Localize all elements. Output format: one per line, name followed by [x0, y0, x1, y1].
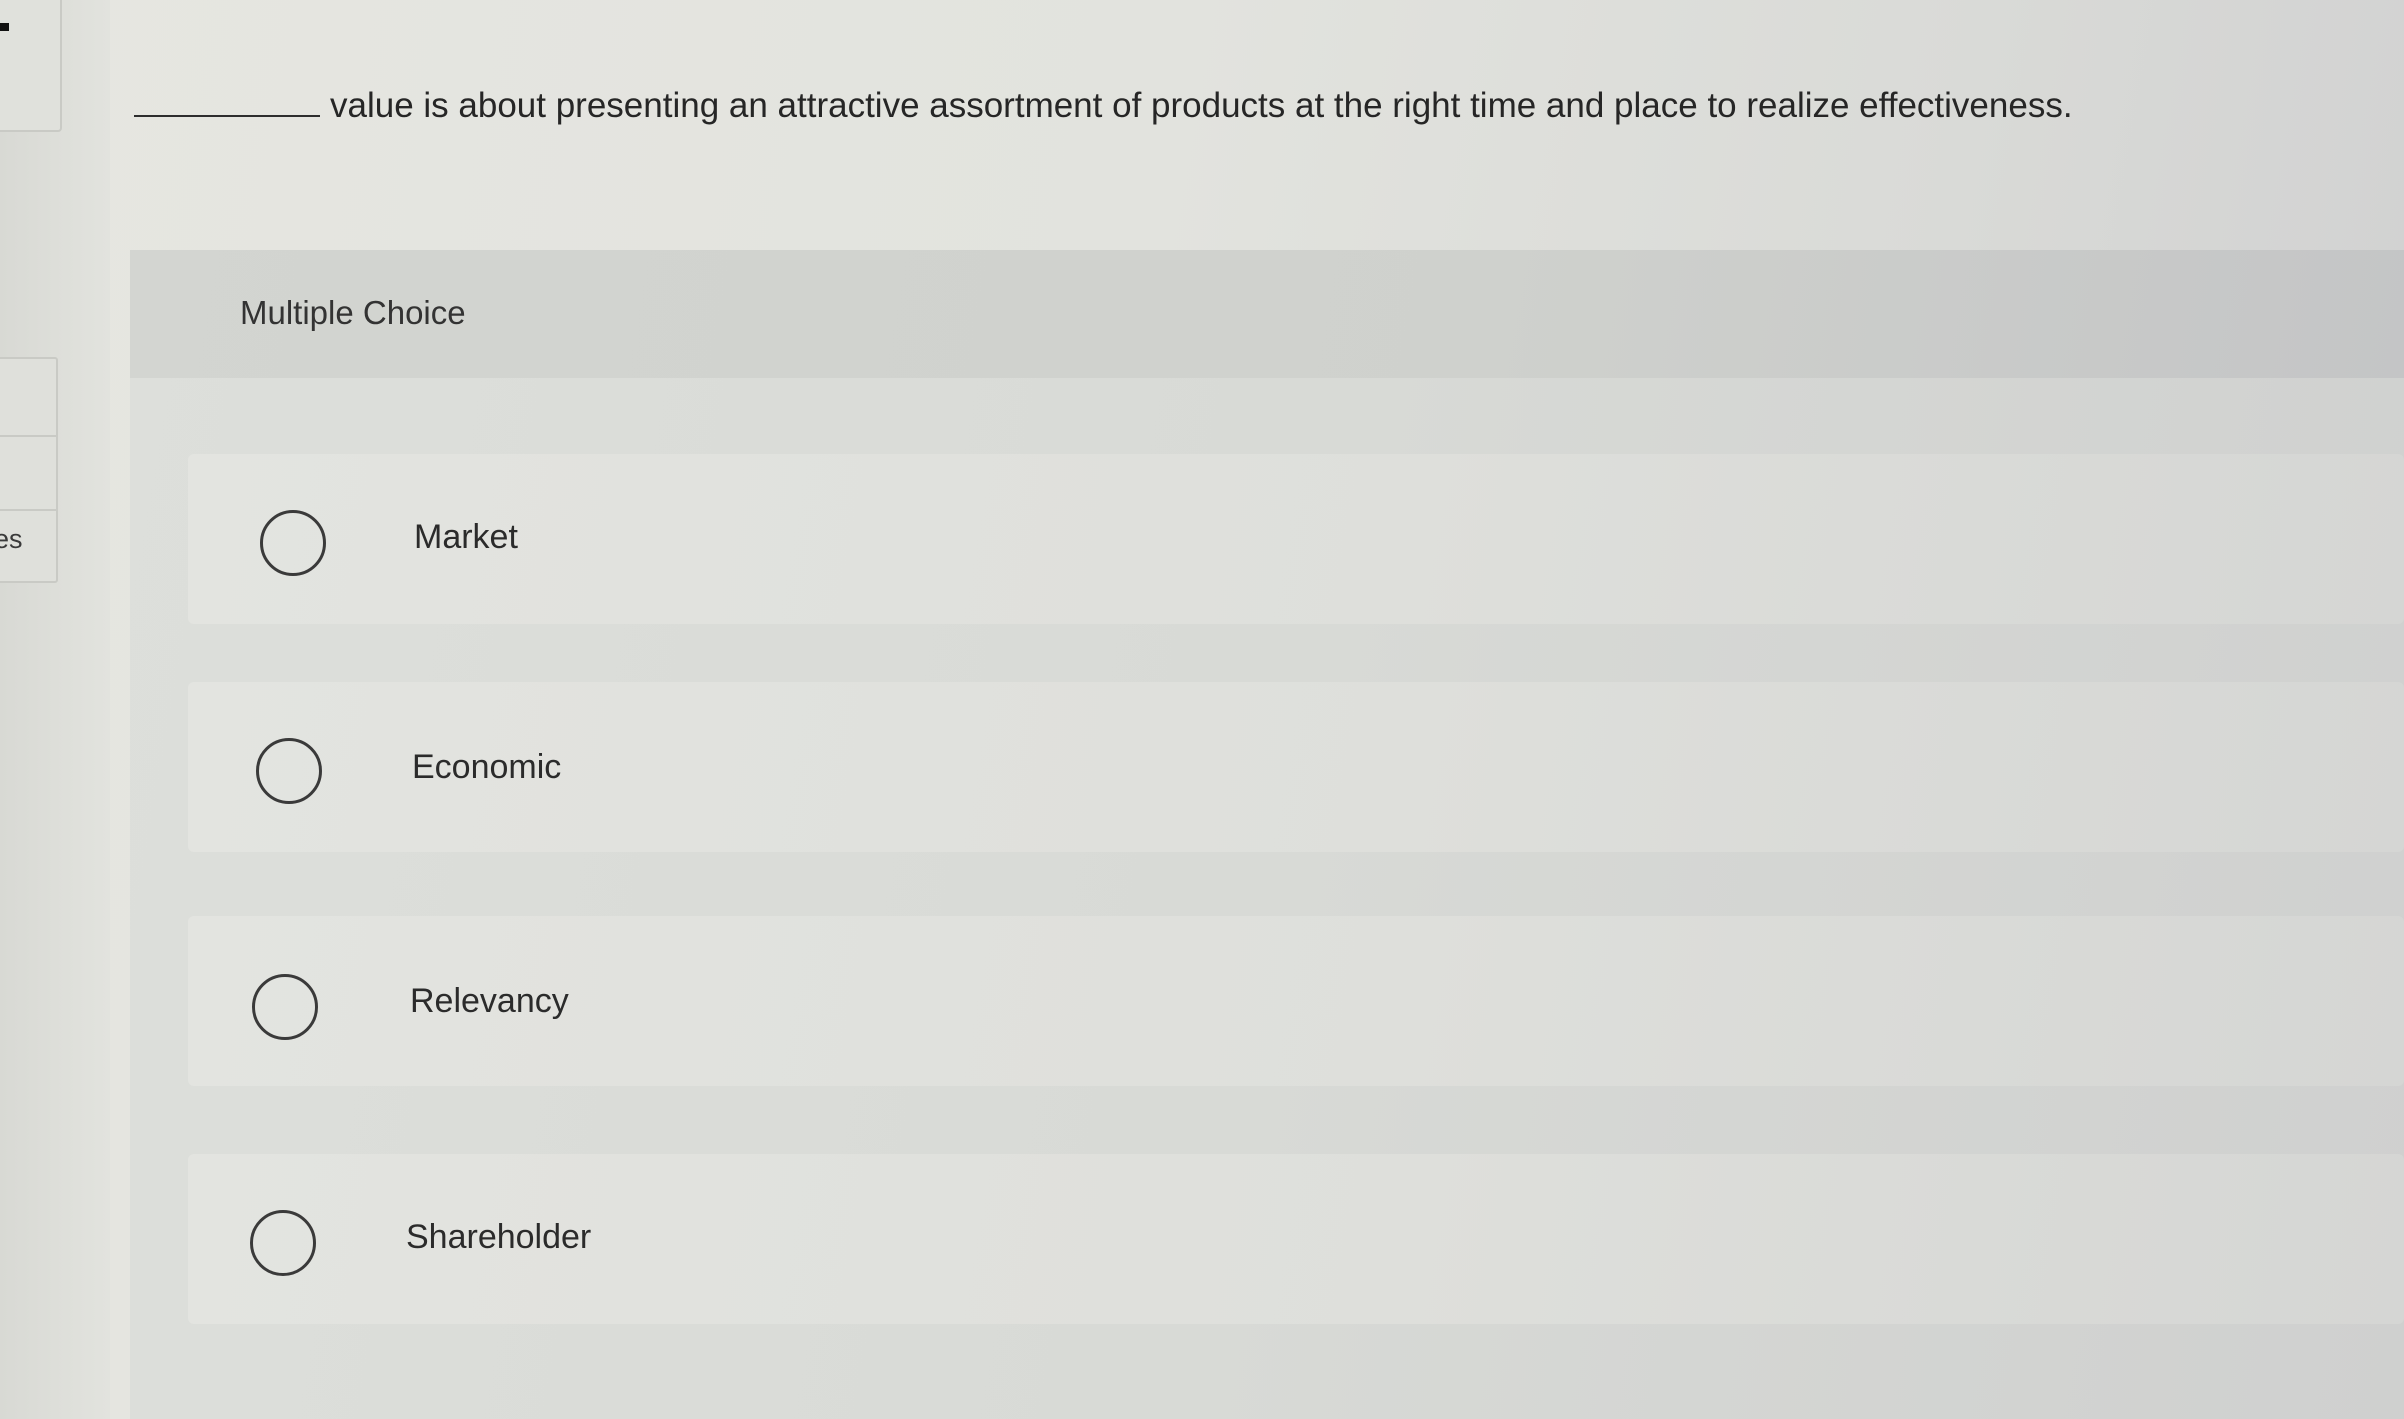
left-sidebar: es: [0, 0, 110, 1419]
fill-in-blank: [134, 115, 320, 117]
question-type-header: Multiple Choice: [130, 250, 2404, 378]
question-text: value is about presenting an attractive …: [330, 86, 2073, 125]
radio-button[interactable]: [260, 510, 326, 576]
radio-button[interactable]: [256, 738, 322, 804]
question-type-label: Multiple Choice: [240, 294, 466, 331]
answer-option-shareholder[interactable]: Shareholder: [188, 1154, 2404, 1324]
sidebar-nav-box[interactable]: [0, 0, 62, 132]
answer-label: Relevancy: [410, 982, 569, 1020]
question-prompt: value is about presenting an attractive …: [134, 82, 2364, 130]
radio-button[interactable]: [252, 974, 318, 1040]
answer-option-relevancy[interactable]: Relevancy: [188, 916, 2404, 1086]
sidebar-divider: [0, 509, 56, 511]
answer-label: Economic: [412, 748, 562, 786]
answer-label: Market: [414, 518, 518, 556]
sidebar-marker: [0, 23, 9, 31]
answer-option-market[interactable]: Market: [188, 454, 2404, 624]
sidebar-cut-label[interactable]: es: [0, 524, 23, 555]
answers-panel: Multiple Choice Market Economic Relevanc…: [130, 250, 2404, 1419]
answer-label: Shareholder: [406, 1218, 592, 1256]
answer-option-economic[interactable]: Economic: [188, 682, 2404, 852]
radio-button[interactable]: [250, 1210, 316, 1276]
sidebar-divider: [0, 435, 56, 437]
